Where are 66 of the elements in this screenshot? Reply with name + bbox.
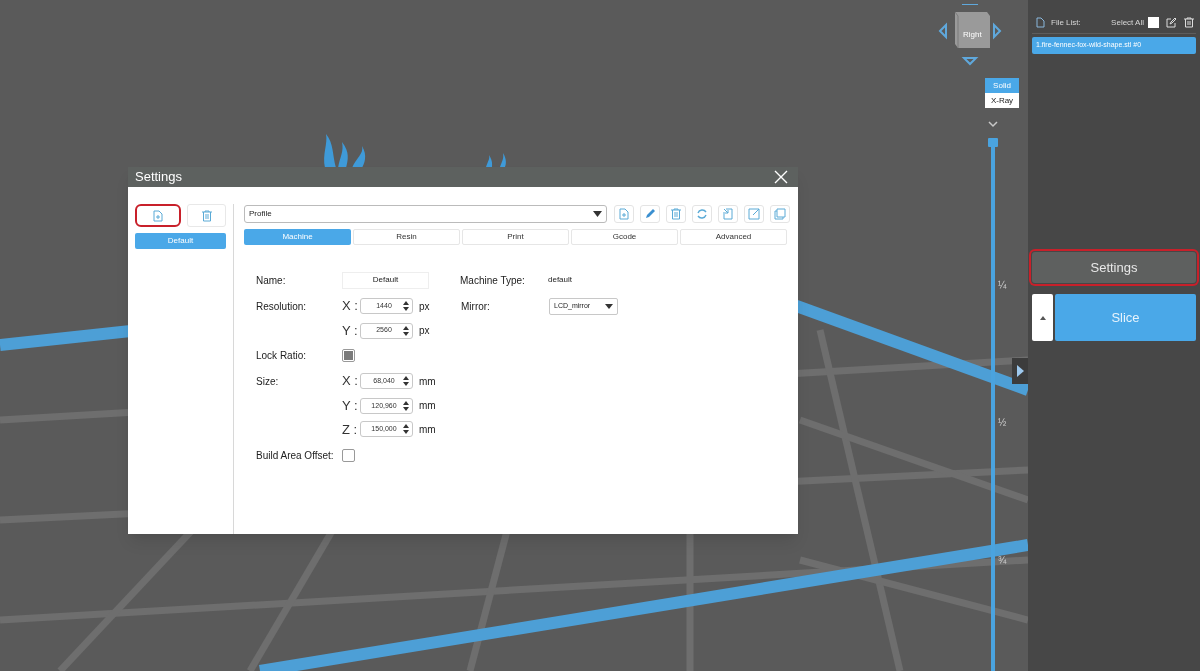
unit-label: mm — [419, 399, 437, 414]
tab[interactable]: Resin — [353, 229, 460, 245]
tab[interactable]: Gcode — [571, 229, 678, 245]
field-label: Resolution: — [256, 299, 308, 314]
new-file-icon — [153, 209, 163, 222]
export-icon — [748, 208, 760, 220]
play-icon — [1016, 365, 1024, 377]
layer-slider-thumb[interactable] — [988, 138, 998, 147]
machine-type-value: default — [548, 274, 573, 286]
axis-label: Y : — [342, 321, 359, 340]
close-icon[interactable] — [774, 170, 788, 184]
field-label: Lock Ratio: — [256, 348, 308, 363]
profile-dropdown[interactable]: Profile — [244, 205, 607, 223]
axis-label: Z : — [342, 420, 359, 439]
pencil-icon — [644, 208, 656, 220]
chevron-down-icon[interactable] — [987, 120, 999, 128]
slider-mark-label: ½ — [998, 416, 1007, 430]
new-file-icon — [619, 208, 629, 220]
import-icon — [722, 208, 734, 220]
spin-arrows-icon[interactable] — [403, 301, 409, 311]
tab[interactable]: Print — [462, 229, 569, 245]
axis-label: Y : — [342, 397, 359, 415]
delete-button[interactable] — [666, 205, 686, 223]
edit-icon[interactable] — [1166, 17, 1177, 28]
unit-label: mm — [419, 374, 437, 389]
axis-label: X : — [342, 297, 359, 316]
checkbox[interactable] — [342, 448, 355, 462]
view-mode-button[interactable]: X-Ray — [985, 93, 1019, 108]
trash-icon — [671, 208, 681, 220]
unit-label: px — [419, 299, 431, 314]
select-all-label: Select All — [1111, 16, 1144, 29]
delete-profile-button[interactable] — [187, 204, 226, 227]
edit-button[interactable] — [640, 205, 660, 223]
field-label: Size: — [256, 374, 280, 389]
add-profile-button[interactable] — [135, 204, 181, 227]
profile-dropdown-value: Profile — [249, 208, 272, 220]
file-icon — [1036, 17, 1045, 28]
field-label: Machine Type: — [460, 273, 526, 288]
slider-mark-label: ¾ — [998, 554, 1007, 568]
unit-label: mm — [419, 422, 437, 437]
field-label: Build Area Offset: — [256, 448, 335, 463]
slider-mark-label: ¼ — [998, 279, 1007, 293]
trash-icon — [201, 209, 212, 222]
spin-arrows-icon[interactable] — [403, 424, 409, 435]
caret-up-icon — [1039, 315, 1046, 320]
spin-arrows-icon[interactable] — [403, 325, 409, 336]
unit-label: px — [419, 324, 431, 338]
axis-label: X : — [342, 372, 359, 391]
tab[interactable]: Advanced — [680, 229, 787, 245]
select-all-checkbox[interactable] — [1148, 17, 1159, 28]
file-list-title: File List: — [1051, 16, 1081, 29]
collapse-panel-tab[interactable] — [1012, 358, 1028, 384]
dialog-title: Settings — [135, 168, 182, 187]
name-field[interactable]: Default — [342, 271, 429, 289]
caret-down-icon — [593, 211, 602, 217]
field-label: Name: — [256, 273, 287, 288]
refresh-icon — [696, 208, 708, 220]
checkbox[interactable] — [342, 348, 355, 362]
spin-arrows-icon[interactable] — [403, 376, 409, 386]
spin-arrows-icon[interactable] — [403, 400, 409, 411]
caret-down-icon — [605, 303, 613, 309]
field-label: Mirror: — [461, 299, 491, 314]
trash-icon[interactable] — [1184, 17, 1194, 28]
refresh-button[interactable] — [692, 205, 712, 223]
copy-icon — [774, 208, 786, 220]
settings-button[interactable]: Settings — [1032, 252, 1196, 283]
